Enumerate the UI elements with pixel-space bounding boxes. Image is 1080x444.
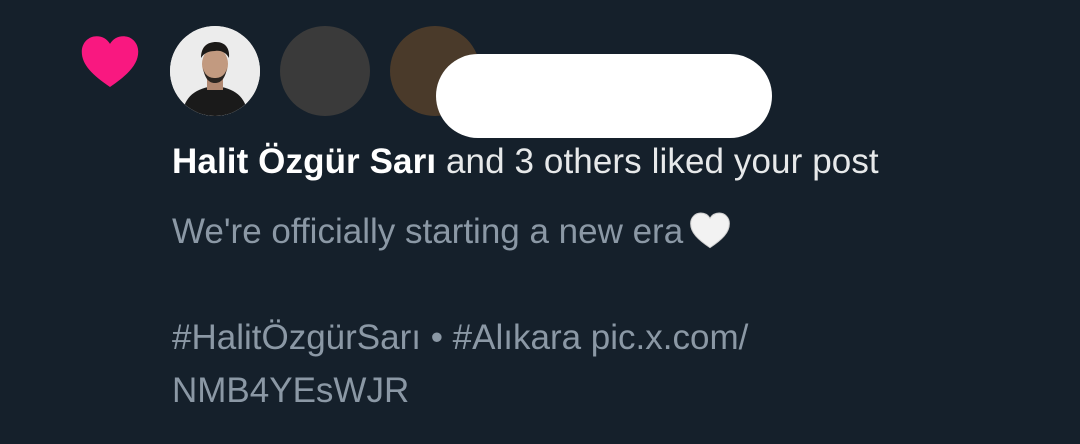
liker-name[interactable]: Halit Özgür Sarı (172, 142, 436, 181)
liker-suffix: and 3 others liked your post (436, 142, 879, 181)
redaction-mark (436, 54, 772, 138)
post-link-line: NMB4YEsWJR (172, 371, 410, 410)
notification-headline: Halit Özgür Sarı and 3 others liked your… (172, 142, 879, 182)
post-preview[interactable]: We're officially starting a new era #Hal… (172, 205, 1032, 417)
avatar[interactable] (280, 26, 370, 116)
like-notification[interactable]: Halit Özgür Sarı and 3 others liked your… (0, 0, 1080, 444)
white-heart-icon (690, 212, 731, 249)
avatar[interactable] (170, 26, 260, 116)
heart-icon (81, 36, 139, 88)
post-hashtags-line: #HalitÖzgürSarı • #Alıkara pic.x.com/ (172, 318, 749, 357)
post-line-text: We're officially starting a new era (172, 212, 684, 251)
post-line: We're officially starting a new era (172, 205, 1032, 258)
